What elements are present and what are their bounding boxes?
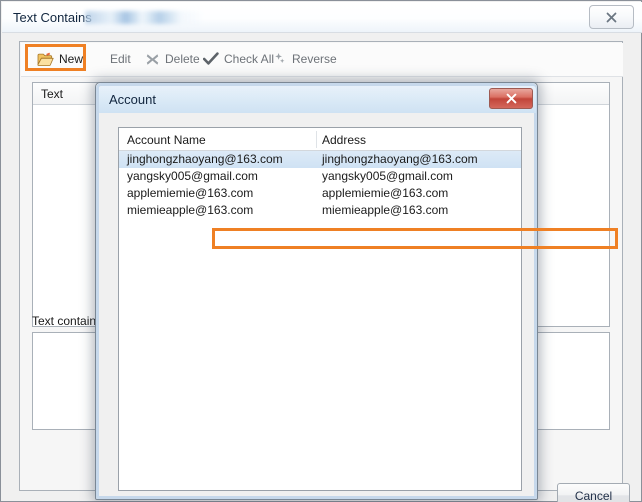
- main-cancel-button[interactable]: Cancel: [557, 483, 630, 502]
- close-icon: [506, 93, 517, 104]
- close-icon: [606, 12, 617, 23]
- edit-button[interactable]: Edit: [106, 47, 135, 71]
- main-window-title: Text Contains: [13, 10, 92, 25]
- dialog-titlebar: Account: [99, 86, 536, 113]
- text-column-header: Text: [41, 87, 64, 101]
- account-list-header: Account Name Address: [119, 128, 521, 151]
- account-dialog: Account Account Name Address jinghongzha…: [95, 82, 618, 500]
- account-address-cell: applemiemie@163.com: [322, 186, 449, 200]
- dialog-title: Account: [109, 92, 156, 107]
- account-name-cell: yangsky005@gmail.com: [127, 169, 258, 183]
- account-row[interactable]: jinghongzhaoyang@163.com jinghongzhaoyang…: [119, 151, 521, 168]
- new-button-label: New: [59, 52, 84, 66]
- reverse-button[interactable]: Reverse: [268, 47, 341, 71]
- dialog-close-button[interactable]: [489, 88, 533, 109]
- reverse-sparkle-icon: [272, 52, 287, 66]
- account-address-cell: miemieapple@163.com: [322, 203, 449, 217]
- edit-button-label: Edit: [110, 52, 131, 66]
- checkmark-icon: [203, 52, 219, 66]
- column-divider: [316, 131, 317, 148]
- column-header-address: Address: [322, 133, 367, 147]
- folder-open-icon: [37, 52, 54, 67]
- account-name-cell: applemiemie@163.com: [127, 186, 254, 200]
- redacted-title-text: [85, 11, 205, 24]
- check-all-button[interactable]: Check All: [199, 47, 278, 71]
- account-name-cell: jinghongzhaoyang@163.com: [127, 152, 283, 166]
- main-cancel-label: Cancel: [574, 488, 613, 502]
- column-header-account-name: Account Name: [127, 133, 206, 147]
- account-name-cell: miemieapple@163.com: [127, 203, 254, 217]
- toolbar: New Edit Delete Check All Reverse: [21, 43, 623, 77]
- delete-x-icon: [145, 52, 160, 67]
- account-row[interactable]: yangsky005@gmail.com yangsky005@gmail.com: [119, 168, 521, 185]
- reverse-button-label: Reverse: [292, 52, 337, 66]
- screenshot-root: Text Contains New Edit Delete Check All …: [0, 0, 642, 502]
- account-list[interactable]: Account Name Address jinghongzhaoyang@16…: [118, 127, 522, 491]
- delete-button[interactable]: Delete: [141, 47, 204, 71]
- main-close-button[interactable]: [589, 5, 634, 29]
- main-titlebar: Text Contains: [2, 2, 642, 33]
- new-button[interactable]: New: [33, 47, 87, 71]
- account-address-cell: yangsky005@gmail.com: [322, 169, 453, 183]
- delete-button-label: Delete: [165, 52, 200, 66]
- account-row[interactable]: applemiemie@163.com applemiemie@163.com: [119, 185, 521, 202]
- account-address-cell: jinghongzhaoyang@163.com: [322, 152, 478, 166]
- account-rows: jinghongzhaoyang@163.com jinghongzhaoyang…: [119, 151, 521, 219]
- text-contains-label: Text contains: [32, 314, 103, 328]
- check-all-button-label: Check All: [224, 52, 275, 66]
- account-row[interactable]: miemieapple@163.com miemieapple@163.com: [119, 202, 521, 219]
